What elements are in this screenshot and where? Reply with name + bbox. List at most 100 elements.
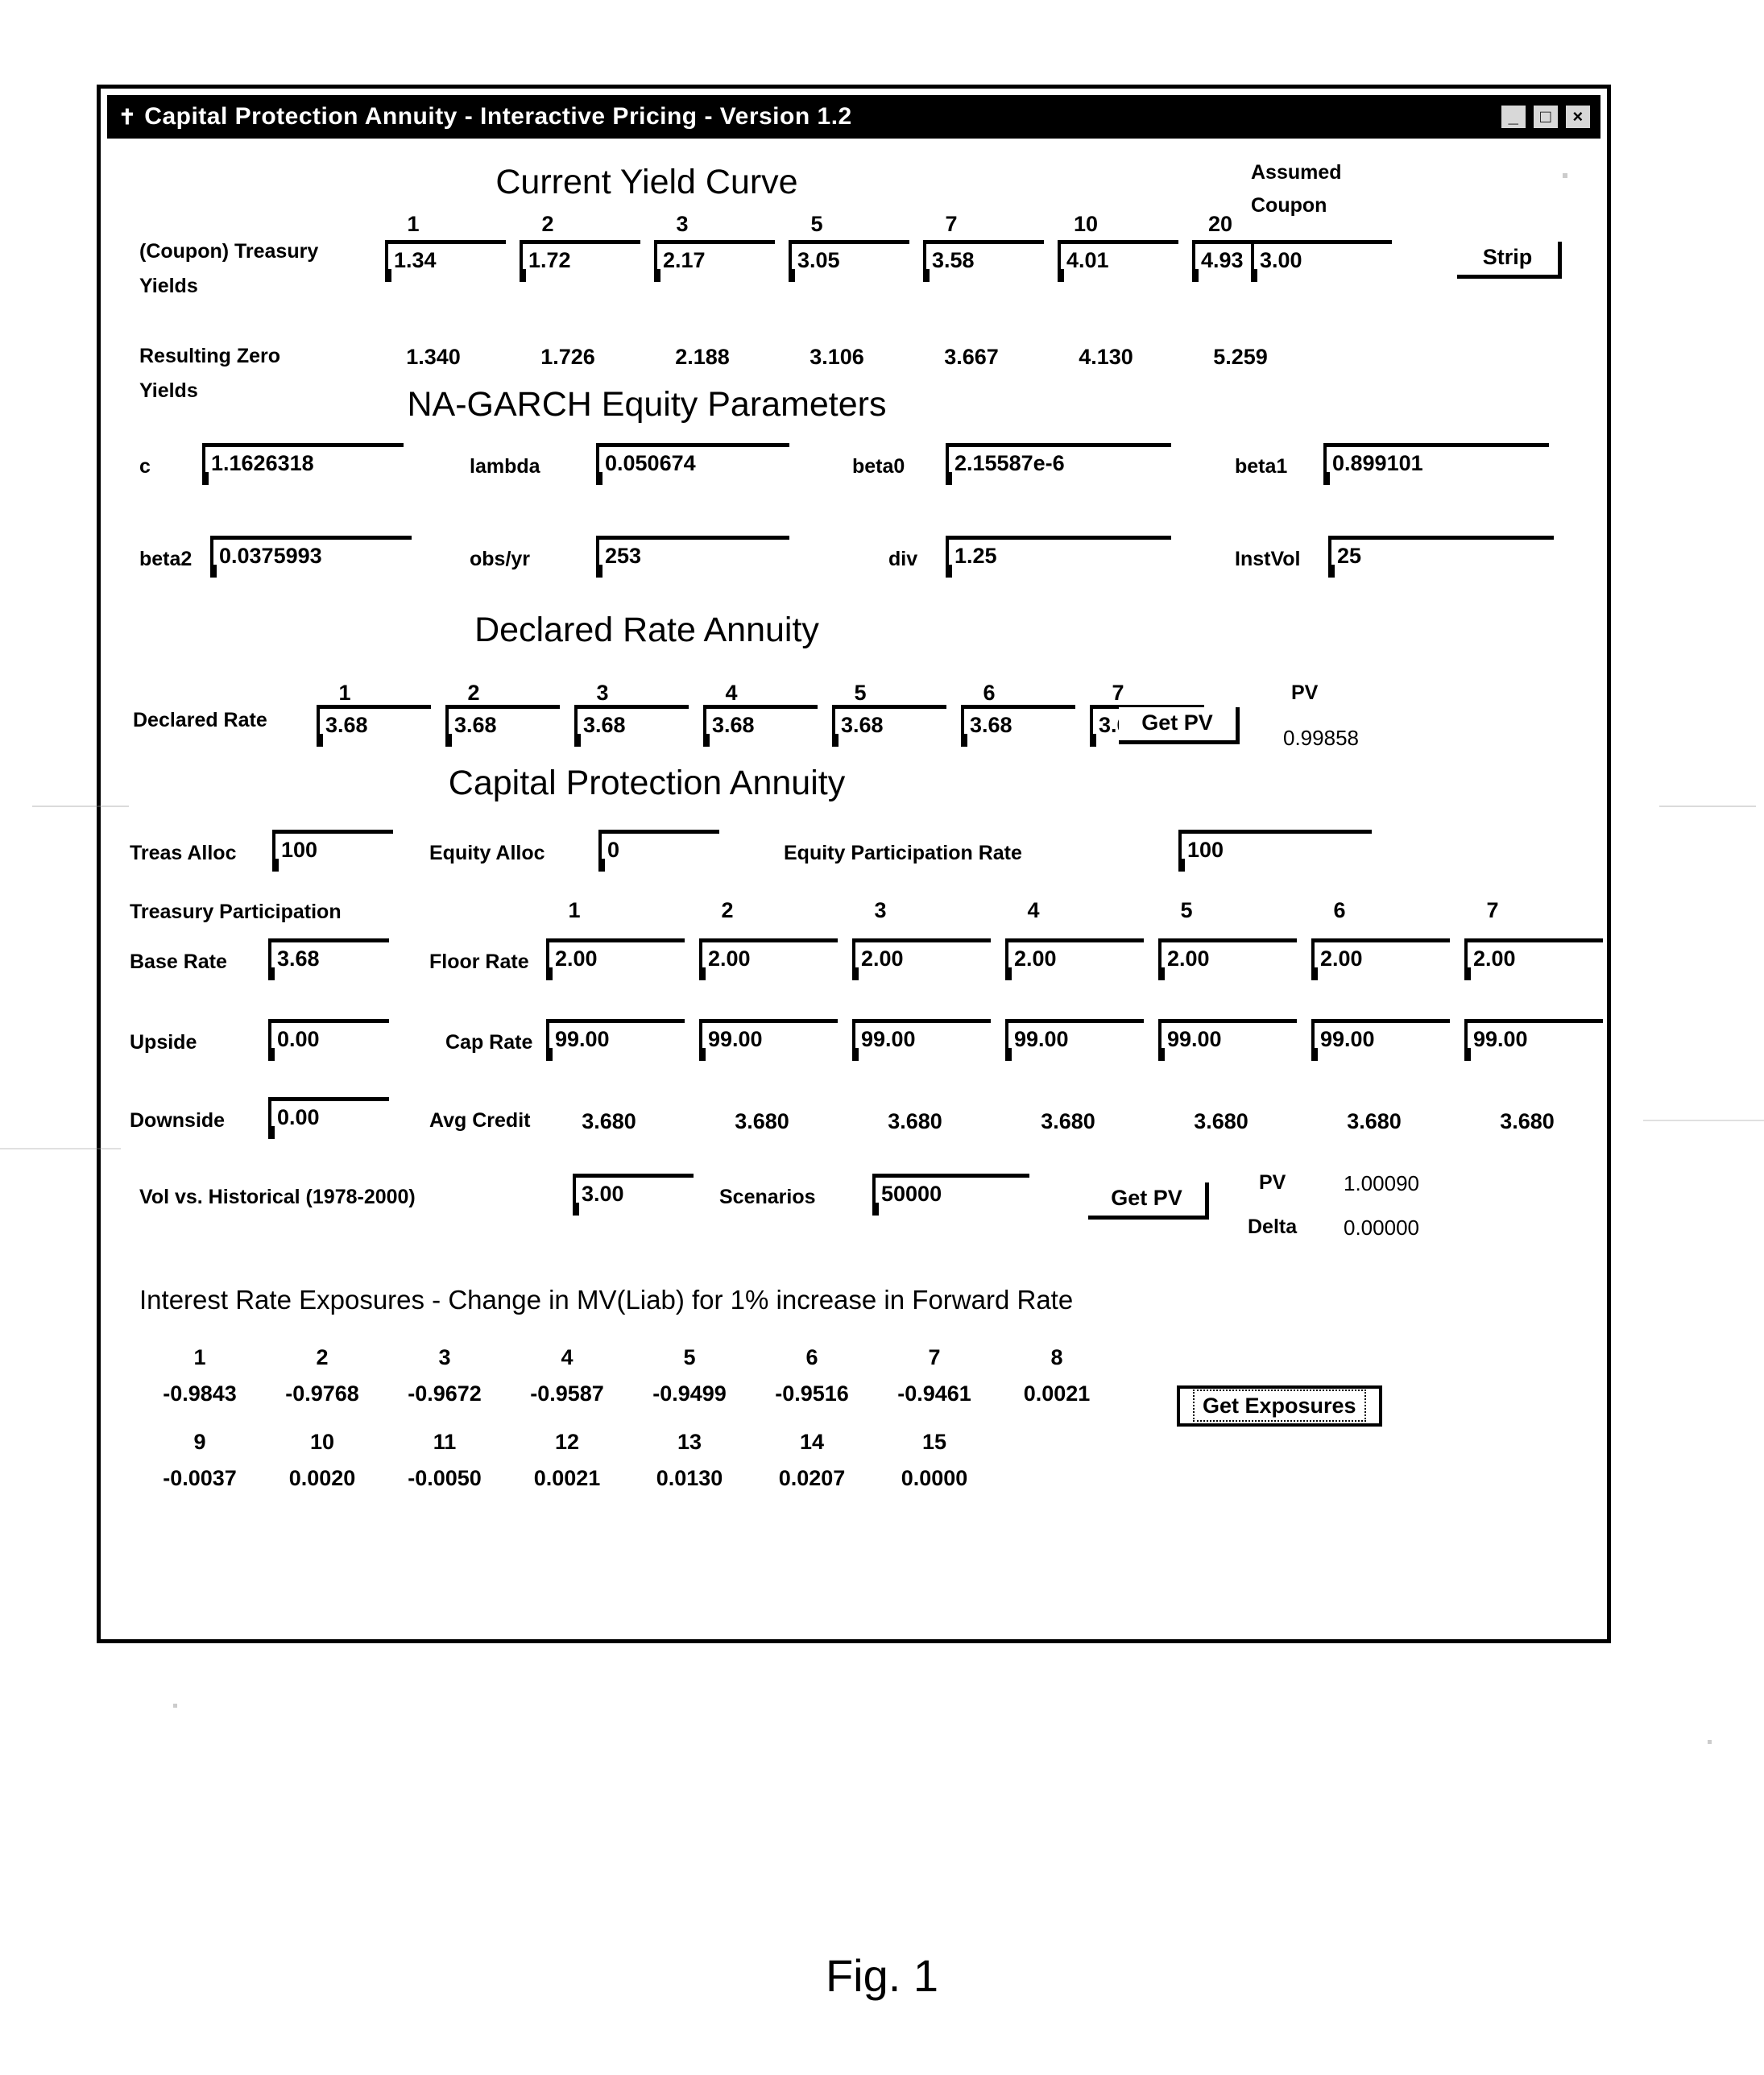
floor-rate-input[interactable]: 2.00 [1005,938,1144,980]
base-rate-field[interactable]: 3.68 [268,938,389,984]
vol-field[interactable]: 3.00 [573,1174,694,1220]
garch-obsyr-label: obs/yr [470,548,531,570]
garch-lambda-label: lambda [470,455,540,478]
declared-rate-input[interactable]: 3.68 [832,705,946,747]
garch-beta1-field[interactable]: 0.899101 [1323,443,1549,489]
treas-alloc-field[interactable]: 100 [272,830,393,876]
floor-rate-input[interactable]: 2.00 [546,938,685,980]
treas-alloc-label: Treas Alloc [130,842,237,864]
assumed-coupon-field-wrap[interactable]: 3.00 [1251,240,1392,286]
exposure-col-header: 14 [799,1430,825,1454]
cap-rate-input[interactable]: 99.00 [1005,1019,1144,1061]
scenarios-label: Scenarios [719,1186,816,1208]
treasury-yield-input[interactable]: 4.01 [1058,240,1178,282]
declared-rate-input[interactable]: 3.68 [961,705,1075,747]
treasury-yield-input[interactable]: 3.05 [789,240,909,282]
scenarios-field[interactable]: 50000 [872,1174,1029,1220]
declared-col-header: 7 [1112,681,1124,705]
window-client-area: Current Yield Curve Assumed Coupon 1 2 3 5 7… [107,145,1603,1633]
equity-participation-field[interactable]: 100 [1178,830,1372,876]
garch-c-field[interactable]: 1.1626318 [202,443,404,489]
exposures-heading: Interest Rate Exposures - Change in MV(L… [139,1285,1074,1315]
vol-label: Vol vs. Historical (1978-2000) [139,1186,416,1208]
equity-alloc-field[interactable]: 0 [598,830,719,876]
title-bar[interactable]: ✝ Capital Protection Annuity - Interacti… [107,95,1600,139]
cpa-col-header: 4 [1027,898,1040,922]
wrench-icon: ✝ [118,105,137,129]
declared-rate-input[interactable]: 3.68 [445,705,560,747]
cap-rate-input[interactable]: 99.00 [1158,1019,1297,1061]
cpa-col-header: 6 [1333,898,1346,922]
downside-field[interactable]: 0.00 [268,1097,389,1143]
yield-term-header: 2 [541,212,554,236]
zero-yield-value: 1.726 [540,345,595,369]
cap-rate-input[interactable]: 99.00 [1311,1019,1450,1061]
get-pv-button-declared[interactable]: Get PV [1119,707,1240,744]
declared-rate-input[interactable]: 3.68 [317,705,431,747]
get-exposures-label: Get Exposures [1193,1390,1366,1422]
floor-rate-input[interactable]: 2.00 [1158,938,1297,980]
garch-lambda-field[interactable]: 0.050674 [596,443,789,489]
treasury-yield-input[interactable]: 1.72 [520,240,640,282]
floor-rate-input[interactable]: 2.00 [1311,938,1450,980]
declared-col-header: 3 [596,681,609,705]
garch-instvol-field[interactable]: 25 [1328,536,1554,582]
garch-title: NA-GARCH Equity Parameters [407,385,887,424]
yield-term-header: 1 [407,212,420,236]
get-exposures-button[interactable]: Get Exposures [1177,1385,1382,1427]
cap-rate-input[interactable]: 99.00 [1464,1019,1603,1061]
get-pv-button-capital[interactable]: Get PV [1088,1182,1209,1220]
upside-field[interactable]: 0.00 [268,1019,389,1065]
declared-get-pv-wrap[interactable]: Get PV [1119,707,1240,744]
declared-rate-input[interactable]: 3.68 [703,705,818,747]
cpa-col-header: 2 [721,898,734,922]
garch-obsyr-field[interactable]: 253 [596,536,789,582]
scan-line [1659,806,1756,807]
exposure-col-header: 13 [677,1430,702,1454]
declared-pv-value: 0.99858 [1283,726,1359,750]
treasury-yield-input[interactable]: 1.34 [385,240,506,282]
cpa-col-header: 5 [1180,898,1193,922]
maximize-button[interactable]: □ [1531,103,1560,130]
exposure-col-header: 1 [193,1345,206,1369]
capital-protection-annuity-title: Capital Protection Annuity [448,764,846,802]
declared-col-header: 4 [725,681,738,705]
yield-curve-title: Current Yield Curve [495,163,798,201]
garch-div-label: div [888,548,918,570]
assumed-coupon-input[interactable]: 3.00 [1251,240,1392,282]
garch-beta0-field[interactable]: 2.15587e-6 [946,443,1171,489]
garch-div-field[interactable]: 1.25 [946,536,1171,582]
exposure-col-header: 6 [805,1345,818,1369]
floor-rate-input[interactable]: 2.00 [699,938,838,980]
assumed-coupon-label: Assumed Coupon [1251,161,1342,217]
zero-yield-value: 2.188 [675,345,730,369]
strip-button[interactable]: Strip [1457,242,1562,279]
get-exposures-wrap[interactable]: Get Exposures [1177,1385,1382,1427]
cpa-get-pv-wrap[interactable]: Get PV [1088,1182,1209,1220]
window-controls[interactable]: _ □ × [1499,103,1592,130]
garch-beta2-field[interactable]: 0.0375993 [210,536,412,582]
exposure-value: -0.9461 [897,1381,971,1406]
declared-col-header: 1 [338,681,351,705]
cpa-col-header: 1 [568,898,581,922]
cap-rate-input[interactable]: 99.00 [852,1019,991,1061]
cap-rate-input[interactable]: 99.00 [699,1019,838,1061]
floor-rate-input[interactable]: 2.00 [1464,938,1603,980]
avg-credit-value: 3.680 [582,1109,636,1133]
floor-rate-input[interactable]: 2.00 [852,938,991,980]
declared-col-header: 6 [983,681,996,705]
close-button[interactable]: × [1563,103,1592,130]
minimize-button[interactable]: _ [1499,103,1528,130]
exposure-col-header: 3 [438,1345,451,1369]
cap-rate-input[interactable]: 99.00 [546,1019,685,1061]
declared-col-header: 5 [854,681,867,705]
scan-speck [1708,1740,1712,1744]
declared-rate-input[interactable]: 3.68 [574,705,689,747]
garch-beta1-label: beta1 [1235,455,1288,478]
treasury-yield-input[interactable]: 2.17 [654,240,775,282]
exposure-value: 0.0207 [778,1466,846,1490]
strip-button-wrap[interactable]: Strip [1457,242,1562,279]
cpa-delta-value: 0.00000 [1344,1216,1419,1240]
exposure-col-header: 4 [561,1345,574,1369]
treasury-yield-input[interactable]: 3.58 [923,240,1044,282]
